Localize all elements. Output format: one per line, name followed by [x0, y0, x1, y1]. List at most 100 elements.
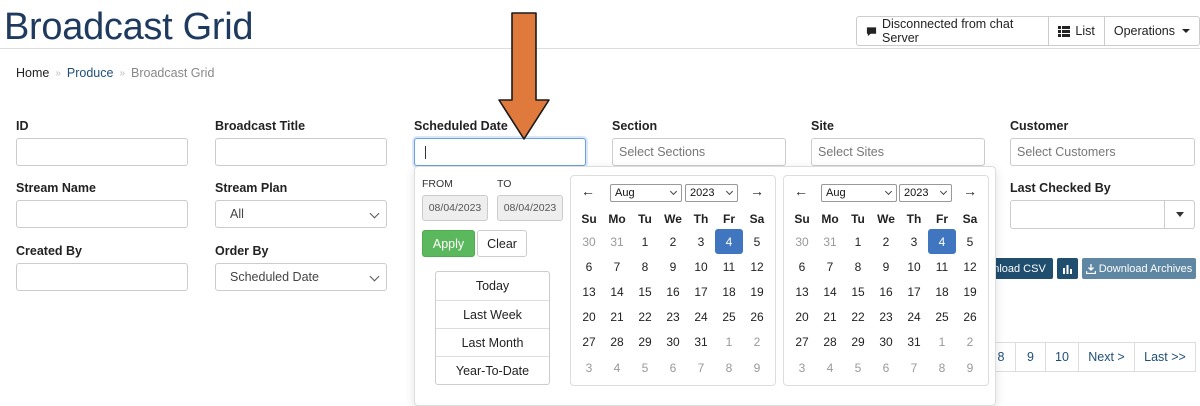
calendar-day[interactable]: 4: [928, 229, 956, 255]
calendar-day[interactable]: 11: [928, 254, 956, 279]
order-by-select[interactable]: Scheduled Date: [215, 263, 387, 291]
calendar-day[interactable]: 8: [844, 254, 872, 279]
calendar-day[interactable]: 1: [928, 330, 956, 355]
calendar-day[interactable]: 21: [816, 305, 844, 330]
chat-status-button[interactable]: Disconnected from chat Server: [856, 16, 1050, 46]
calendar-day[interactable]: 19: [743, 279, 771, 304]
calendar-day[interactable]: 28: [816, 330, 844, 355]
calendar-day[interactable]: 19: [956, 279, 984, 304]
calendar-day[interactable]: 10: [687, 254, 715, 279]
page-10-link[interactable]: 10: [1046, 342, 1079, 372]
calendar-day[interactable]: 30: [659, 330, 687, 355]
calendar-day[interactable]: 3: [900, 229, 928, 254]
calendar-day[interactable]: 8: [631, 254, 659, 279]
calendar-day[interactable]: 6: [575, 254, 603, 279]
scheduled-date-input[interactable]: [414, 138, 586, 166]
stream-plan-select[interactable]: All: [215, 200, 387, 228]
operations-dropdown[interactable]: Operations: [1104, 16, 1200, 46]
calendar-day[interactable]: 7: [603, 254, 631, 279]
calendar-day[interactable]: 4: [816, 355, 844, 380]
calendar-day[interactable]: 5: [743, 229, 771, 254]
site-select[interactable]: Select Sites: [811, 138, 985, 166]
calendar-day[interactable]: 31: [900, 330, 928, 355]
calendar-day[interactable]: 15: [844, 279, 872, 304]
calendar-day[interactable]: 2: [872, 229, 900, 254]
calendar-day[interactable]: 31: [816, 229, 844, 254]
calendar-day[interactable]: 22: [631, 305, 659, 330]
calendar-day[interactable]: 28: [603, 330, 631, 355]
calendar-day[interactable]: 6: [659, 355, 687, 380]
calendar-day[interactable]: 5: [631, 355, 659, 380]
calendar-day[interactable]: 2: [956, 330, 984, 355]
calendar-day[interactable]: 9: [956, 355, 984, 380]
calendar-day[interactable]: 12: [956, 254, 984, 279]
download-csv-button[interactable]: nload CSV: [986, 258, 1053, 279]
next-month-icon[interactable]: →: [962, 183, 978, 199]
calendar-day[interactable]: 11: [715, 254, 743, 279]
calendar-day[interactable]: 30: [575, 229, 603, 254]
calendar-day[interactable]: 24: [900, 305, 928, 330]
range-today[interactable]: Today: [436, 272, 549, 300]
next-page-link[interactable]: Next >: [1079, 342, 1135, 372]
year-select[interactable]: 2023: [899, 184, 952, 202]
calendar-day[interactable]: 3: [575, 355, 603, 380]
calendar-day[interactable]: 16: [872, 279, 900, 304]
created-by-input[interactable]: [16, 263, 188, 291]
calendar-day[interactable]: 31: [603, 229, 631, 254]
calendar-day[interactable]: 17: [900, 279, 928, 304]
calendar-day[interactable]: 29: [631, 330, 659, 355]
calendar-day[interactable]: 3: [788, 355, 816, 380]
calendar-day[interactable]: 13: [575, 279, 603, 304]
month-select[interactable]: Aug: [821, 184, 897, 202]
last-checked-by-toggle[interactable]: [1164, 201, 1194, 228]
from-date-input[interactable]: 08/04/2023: [422, 195, 488, 221]
calendar-day[interactable]: 17: [687, 279, 715, 304]
calendar-day[interactable]: 5: [956, 229, 984, 254]
section-select[interactable]: Select Sections: [612, 138, 786, 166]
calendar-day[interactable]: 14: [816, 279, 844, 304]
calendar-day[interactable]: 30: [872, 330, 900, 355]
calendar-day[interactable]: 9: [659, 254, 687, 279]
calendar-day[interactable]: 21: [603, 305, 631, 330]
apply-button[interactable]: Apply: [422, 230, 475, 257]
last-checked-by-combobox[interactable]: [1010, 200, 1195, 229]
prev-month-icon[interactable]: ←: [580, 183, 596, 199]
calendar-day[interactable]: 7: [900, 355, 928, 380]
calendar-day[interactable]: 18: [715, 279, 743, 304]
calendar-day[interactable]: 1: [715, 330, 743, 355]
calendar-day[interactable]: 23: [659, 305, 687, 330]
calendar-day[interactable]: 24: [687, 305, 715, 330]
calendar-day[interactable]: 2: [659, 229, 687, 254]
calendar-day[interactable]: 1: [631, 229, 659, 254]
clear-button[interactable]: Clear: [477, 230, 527, 257]
page-9-link[interactable]: 9: [1016, 342, 1046, 372]
calendar-day[interactable]: 31: [687, 330, 715, 355]
calendar-day[interactable]: 13: [788, 279, 816, 304]
calendar-day[interactable]: 26: [743, 305, 771, 330]
calendar-day[interactable]: 27: [788, 330, 816, 355]
calendar-day[interactable]: 15: [631, 279, 659, 304]
stream-name-input[interactable]: [16, 200, 188, 228]
id-input[interactable]: [16, 138, 188, 166]
range-year-to-date[interactable]: Year-To-Date: [436, 356, 549, 384]
calendar-day[interactable]: 2: [743, 330, 771, 355]
broadcast-title-input[interactable]: [215, 138, 387, 166]
calendar-day[interactable]: 20: [575, 305, 603, 330]
calendar-day[interactable]: 30: [788, 229, 816, 254]
prev-month-icon[interactable]: ←: [793, 183, 809, 199]
calendar-day[interactable]: 7: [687, 355, 715, 380]
calendar-day[interactable]: 3: [687, 229, 715, 254]
range-last-week[interactable]: Last Week: [436, 300, 549, 328]
calendar-day[interactable]: 1: [844, 229, 872, 254]
calendar-day[interactable]: 18: [928, 279, 956, 304]
breadcrumb-home[interactable]: Home: [16, 66, 49, 80]
list-button[interactable]: List: [1049, 16, 1105, 46]
calendar-day[interactable]: 8: [715, 355, 743, 380]
calendar-day[interactable]: 6: [872, 355, 900, 380]
next-month-icon[interactable]: →: [749, 183, 765, 199]
to-date-input[interactable]: 08/04/2023: [497, 195, 563, 221]
calendar-day[interactable]: 25: [928, 305, 956, 330]
calendar-day[interactable]: 7: [816, 254, 844, 279]
year-select[interactable]: 2023: [685, 184, 738, 202]
calendar-day[interactable]: 9: [872, 254, 900, 279]
